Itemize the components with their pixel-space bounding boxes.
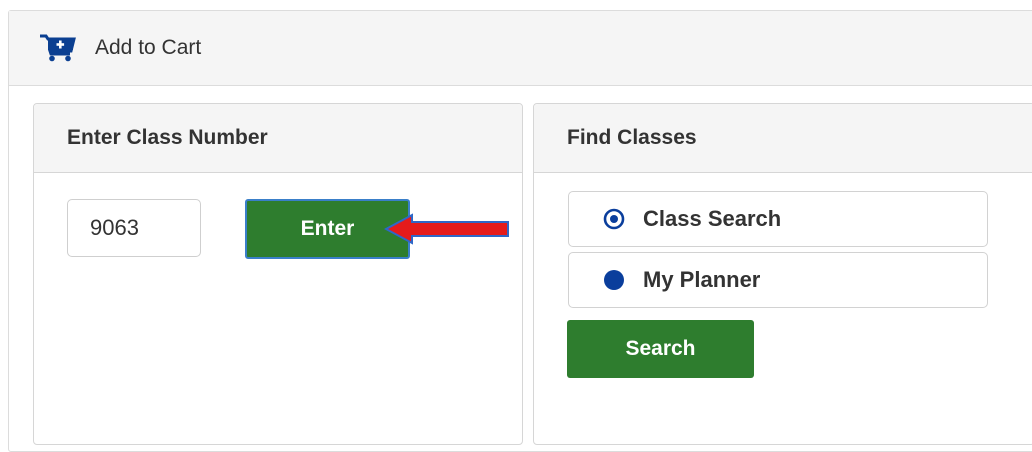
find-classes-title: Find Classes	[534, 104, 1032, 173]
find-classes-panel: Find Classes Class Search My Planner Sea…	[533, 103, 1032, 445]
enter-class-number-panel: Enter Class Number Enter	[33, 103, 523, 445]
add-to-cart-title: Add to Cart	[95, 36, 202, 59]
class-search-option[interactable]: Class Search	[568, 191, 988, 247]
red-arrow-left-icon	[384, 213, 509, 245]
enter-class-number-title: Enter Class Number	[34, 104, 522, 173]
search-button[interactable]: Search	[567, 320, 754, 378]
class-number-input[interactable]	[67, 199, 201, 257]
radio-selected-icon[interactable]	[603, 208, 625, 230]
add-to-cart-header: Add to Cart	[9, 11, 1032, 86]
my-planner-option[interactable]: My Planner	[568, 252, 988, 308]
my-planner-label: My Planner	[643, 267, 761, 292]
class-search-label: Class Search	[643, 206, 782, 231]
cart-add-icon	[39, 33, 77, 63]
radio-filled-icon[interactable]	[603, 269, 625, 291]
